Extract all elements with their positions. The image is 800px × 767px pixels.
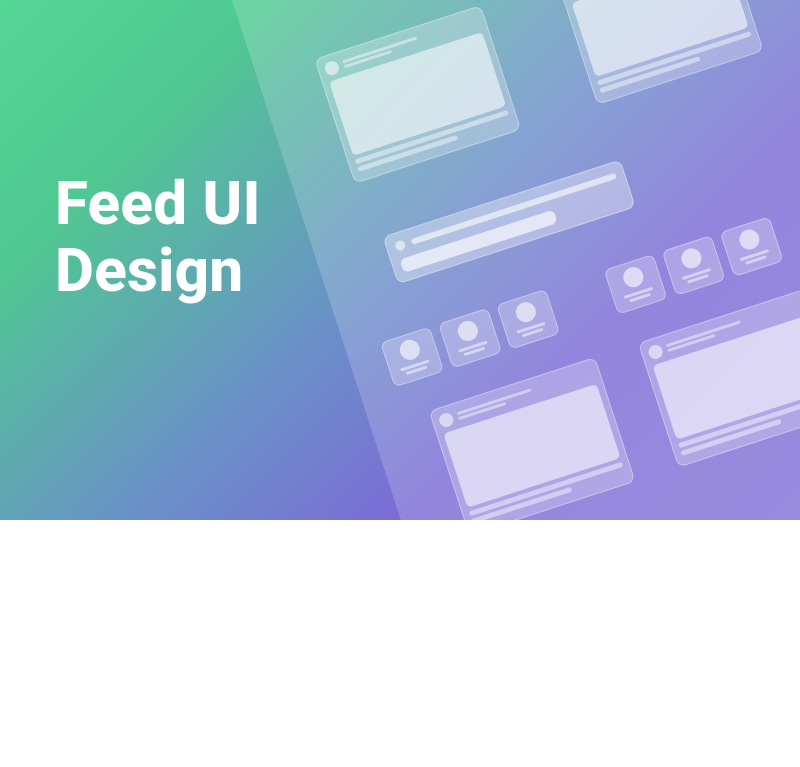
wireframe-post-card [429,357,636,536]
avatar-icon [437,411,455,429]
title-line-2: Design [55,237,261,304]
wireframe-user-chip [380,327,444,388]
avatar-icon [679,246,704,271]
image-placeholder [443,384,620,508]
avatar-icon [737,227,762,252]
avatar-icon [397,337,422,362]
wireframe-post-card [557,0,764,105]
wireframe-post-card [314,5,521,184]
avatar-icon [394,239,407,252]
avatar-icon [621,265,646,290]
image-placeholder [329,32,506,156]
wireframe-post-card [638,289,800,468]
avatar-icon [513,300,538,325]
wireframe-input-card [383,159,636,284]
title-line-1: Feed UI [55,170,261,237]
wireframe-user-chip [496,289,560,350]
wireframe-user-chip [720,216,784,277]
wireframe-user-chip [662,235,726,296]
avatar-icon [647,343,665,361]
page-title: Feed UI Design [55,170,261,304]
wireframe-user-chip [604,254,668,315]
avatar-icon [323,59,341,77]
wireframe-user-chip [438,308,502,369]
avatar-icon [455,318,480,343]
